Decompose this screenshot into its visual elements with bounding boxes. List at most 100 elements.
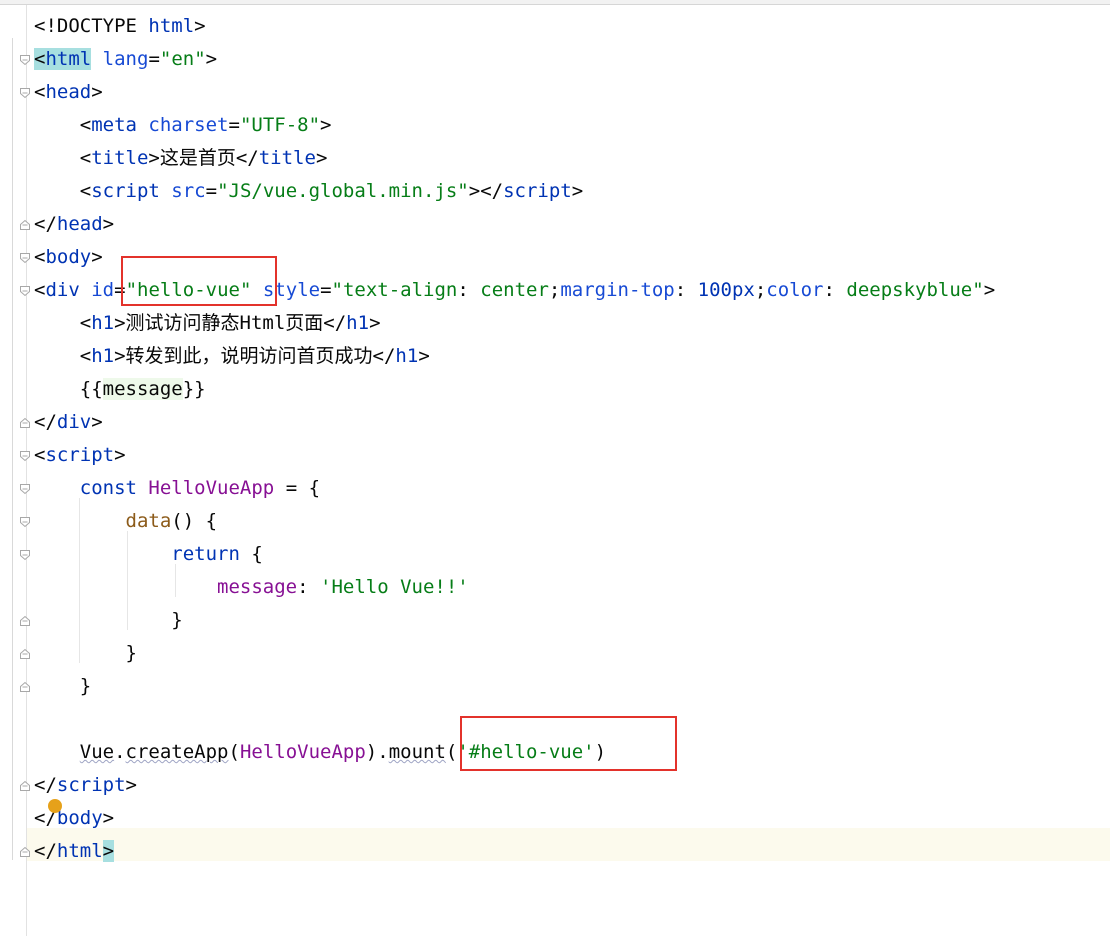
code-token: charset: [148, 114, 229, 136]
code-token: ;: [754, 279, 767, 301]
code-token: ;: [548, 279, 561, 301]
template-variable: message: [102, 378, 183, 400]
code-token: html: [148, 15, 195, 37]
code-token: body: [56, 807, 103, 829]
code-token: <: [34, 345, 92, 367]
fold-open-icon[interactable]: [19, 450, 31, 462]
code-line-4[interactable]: <meta charset="UTF-8">: [34, 109, 332, 142]
code-token: margin-top: [560, 279, 675, 301]
code-token: center: [480, 279, 549, 301]
code-token: title: [258, 147, 316, 169]
fold-open-icon[interactable]: [19, 285, 31, 297]
code-editor[interactable]: <!DOCTYPE html> <html lang="en"> <head> <m…: [34, 5, 1110, 936]
code-line-3[interactable]: <head>: [34, 76, 103, 109]
code-token: >转发到此，说明访问首页成功</: [114, 345, 396, 367]
code-token: </: [34, 213, 57, 235]
code-token: message: [217, 576, 298, 598]
code-token: head: [56, 213, 103, 235]
code-token: :: [297, 576, 320, 598]
code-token: "UTF-8": [239, 114, 321, 136]
code-token: }: [34, 642, 137, 664]
fold-close-icon[interactable]: [19, 780, 31, 792]
code-token: h1: [91, 345, 115, 367]
fold-open-icon[interactable]: [19, 87, 31, 99]
code-line-16[interactable]: data() {: [34, 505, 218, 538]
code-line-5[interactable]: <title>这是首页</title>: [34, 142, 328, 175]
code-token: <: [34, 147, 92, 169]
code-line-13[interactable]: </div>: [34, 406, 103, 439]
code-line-26[interactable]: </html>: [34, 835, 115, 868]
code-line-25[interactable]: </body>: [34, 802, 114, 835]
code-token: "en": [159, 48, 206, 70]
code-line-10[interactable]: <h1>测试访问静态Html页面</h1>: [34, 307, 381, 340]
fold-open-icon[interactable]: [19, 483, 31, 495]
code-token: h1: [346, 312, 370, 334]
code-token: >这是首页</: [148, 147, 259, 169]
code-token: >: [125, 774, 137, 796]
code-token: mount: [388, 741, 446, 763]
code-line-11[interactable]: <h1>转发到此，说明访问首页成功</h1>: [34, 340, 430, 373]
code-line-8[interactable]: <body>: [34, 241, 103, 274]
code-line-12[interactable]: {{message}}: [34, 373, 206, 406]
code-line-19[interactable]: }: [34, 604, 182, 637]
code-token: script: [45, 444, 115, 466]
code-line-18[interactable]: message: 'Hello Vue!!': [34, 571, 469, 604]
code-token: {: [239, 543, 263, 565]
indent-guide: [175, 564, 176, 597]
code-token: ></: [468, 180, 504, 202]
code-line-17[interactable]: return {: [34, 538, 263, 571]
code-line-1[interactable]: <!DOCTYPE html>: [34, 10, 206, 43]
code-line-2[interactable]: <html lang="en">: [34, 43, 217, 76]
code-token: (: [228, 741, 240, 763]
fold-close-icon[interactable]: [19, 417, 31, 429]
code-line-24[interactable]: </script>: [34, 769, 137, 802]
code-token: <!DOCTYPE: [34, 15, 149, 37]
code-line-21[interactable]: }: [34, 670, 91, 703]
editor-gutter[interactable]: [0, 5, 27, 936]
fold-open-icon[interactable]: [19, 516, 31, 528]
code-token: data: [125, 510, 172, 532]
code-token: >: [91, 81, 103, 103]
code-token: div: [45, 279, 80, 301]
code-token: HelloVueApp: [239, 741, 366, 763]
fold-open-icon[interactable]: [19, 549, 31, 561]
code-token: ": [972, 279, 984, 301]
code-token: deepskyblue: [846, 279, 973, 301]
code-token: >: [571, 180, 584, 202]
code-token: HelloVueApp: [148, 477, 275, 499]
code-token: >: [983, 279, 996, 301]
code-token: "JS/vue.global.min.js": [217, 180, 469, 202]
code-token: :: [674, 279, 698, 301]
breakpoint-icon[interactable]: [48, 799, 62, 813]
code-token: >: [91, 411, 103, 433]
code-line-14[interactable]: <script>: [34, 439, 126, 472]
code-token: h1: [395, 345, 419, 367]
code-token: src: [171, 180, 206, 202]
code-token: () {: [171, 510, 218, 532]
fold-open-icon[interactable]: [19, 54, 31, 66]
fold-close-icon[interactable]: [19, 615, 31, 627]
code-line-15[interactable]: const HelloVueApp = {: [34, 472, 320, 505]
code-token: }}: [182, 378, 206, 400]
code-token: <: [34, 312, 92, 334]
code-token: title: [91, 147, 149, 169]
code-line-7[interactable]: </head>: [34, 208, 114, 241]
fold-close-icon[interactable]: [19, 219, 31, 231]
fold-close-icon[interactable]: [19, 648, 31, 660]
code-token: 100px: [697, 279, 755, 301]
fold-close-icon[interactable]: [19, 681, 31, 693]
annotation-box-mount: [460, 716, 677, 771]
fold-close-icon[interactable]: [19, 846, 31, 858]
code-line-20[interactable]: }: [34, 637, 137, 670]
code-line-6[interactable]: <script src="JS/vue.global.min.js"></scr…: [34, 175, 583, 208]
code-token: "text-align: [331, 279, 458, 301]
code-token: :: [457, 279, 481, 301]
code-token: >: [91, 246, 103, 268]
code-token: <: [34, 279, 46, 301]
fold-open-icon[interactable]: [19, 252, 31, 264]
